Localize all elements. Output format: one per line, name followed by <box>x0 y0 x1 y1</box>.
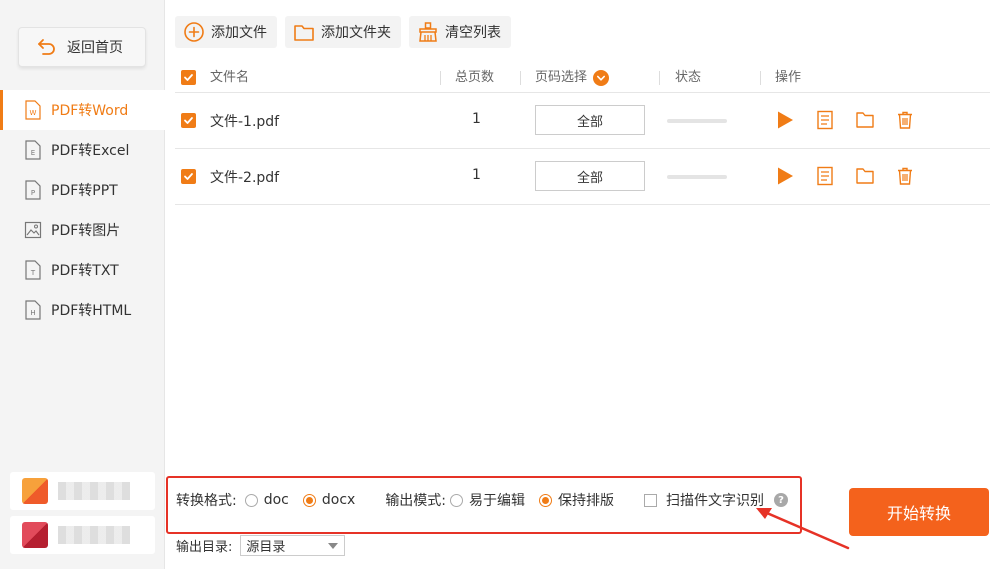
ocr-checkbox[interactable] <box>644 493 658 507</box>
ppt-file-icon: P <box>25 180 41 200</box>
row-checkbox[interactable] <box>181 169 196 184</box>
html-file-letter: H <box>30 309 35 317</box>
nav-item-pdf-to-ppt[interactable]: P PDF转PPT <box>0 170 165 210</box>
back-home-label: 返回首页 <box>67 40 123 56</box>
nav-label-pdf-to-html: PDF转HTML <box>51 303 132 319</box>
format-label: 转换格式: <box>176 493 237 509</box>
annotation-arrow-icon <box>756 508 850 550</box>
word-file-icon: W <box>25 100 41 120</box>
clear-list-label: 清空列表 <box>445 25 501 41</box>
status-progress-bar <box>667 175 727 179</box>
mode-label: 输出模式: <box>385 493 447 509</box>
table-row: 文件-1.pdf 1 全部 <box>175 93 990 149</box>
promo-blurred-text <box>58 526 130 544</box>
folder-open-icon[interactable] <box>855 166 875 186</box>
txt-file-icon: T <box>25 260 41 280</box>
nav-item-pdf-to-word[interactable]: W PDF转Word <box>0 90 165 130</box>
row-file-name: 文件-1.pdf <box>210 114 280 130</box>
add-file-label: 添加文件 <box>211 25 267 41</box>
clear-list-button[interactable]: 清空列表 <box>409 16 511 48</box>
page-select-field[interactable]: 全部 <box>535 161 645 191</box>
format-docx-label: docx <box>321 492 356 508</box>
header-file-name: 文件名 <box>210 70 250 85</box>
row-total-pages: 1 <box>472 167 481 183</box>
format-doc-radio[interactable] <box>244 493 258 507</box>
header-page-select[interactable]: 页码选择 <box>535 63 610 93</box>
nav-item-pdf-to-txt[interactable]: T PDF转TXT <box>0 250 165 290</box>
add-folder-button[interactable]: 添加文件夹 <box>285 16 401 48</box>
mode-keep-layout-radio[interactable] <box>539 493 553 507</box>
excel-file-letter: E <box>31 149 35 157</box>
back-arrow-icon <box>38 39 55 55</box>
toolbar: 添加文件 添加文件夹 清空列表 <box>175 16 511 48</box>
folder-icon <box>294 25 314 41</box>
format-doc-label: doc <box>263 492 289 508</box>
nav-label-pdf-to-word: PDF转Word <box>51 103 129 119</box>
options-row: 转换格式: doc docx 输出模式: 易于编辑 保持排版 扫描件文字识别 ? <box>176 491 789 509</box>
nav-item-pdf-to-excel[interactable]: E PDF转Excel <box>0 130 165 170</box>
output-dir-label: 输出目录: <box>176 539 233 555</box>
nav-item-pdf-to-html[interactable]: H PDF转HTML <box>0 290 165 330</box>
header-actions: 操作 <box>775 70 802 85</box>
document-icon[interactable] <box>815 166 835 186</box>
txt-file-letter: T <box>30 269 36 277</box>
ppt-file-letter: P <box>31 189 35 197</box>
output-dir-select[interactable]: 源目录 <box>240 534 346 556</box>
word-file-letter: W <box>30 109 37 117</box>
mode-keep-layout-label: 保持排版 <box>558 493 615 509</box>
nav-list: W PDF转Word E PDF转Excel P PDF转PPT PDF转图片 … <box>0 90 165 330</box>
header-separator <box>440 71 441 85</box>
select-all-checkbox[interactable] <box>181 70 196 85</box>
promo-blurred-text <box>58 482 130 500</box>
chevron-down-circle-icon <box>593 70 610 86</box>
nav-label-pdf-to-excel: PDF转Excel <box>51 143 130 159</box>
status-progress-bar <box>667 119 727 123</box>
start-convert-button[interactable]: 开始转换 <box>849 488 989 536</box>
trash-icon[interactable] <box>895 166 915 186</box>
promo-item-2[interactable] <box>10 516 155 554</box>
row-total-pages: 1 <box>472 111 481 127</box>
header-separator <box>520 71 521 85</box>
table-header: 文件名 总页数 页码选择 状态 操作 <box>175 63 990 93</box>
trash-icon[interactable] <box>895 110 915 130</box>
nav-item-pdf-to-image[interactable]: PDF转图片 <box>0 210 165 250</box>
nav-label-pdf-to-txt: PDF转TXT <box>51 263 119 279</box>
header-page-select-label: 页码选择 <box>535 70 588 85</box>
folder-open-icon[interactable] <box>855 110 875 130</box>
promo-logo-icon <box>22 478 48 504</box>
broom-icon <box>419 22 437 42</box>
row-file-name: 文件-2.pdf <box>210 170 280 186</box>
check-icon <box>184 173 193 180</box>
promo-logo-icon <box>22 522 48 548</box>
page-select-field[interactable]: 全部 <box>535 105 645 135</box>
promo-item-1[interactable] <box>10 472 155 510</box>
html-file-icon: H <box>25 300 41 320</box>
header-separator <box>659 71 660 85</box>
play-icon[interactable] <box>775 110 795 130</box>
output-dir-value: 源目录 <box>246 539 286 555</box>
table-row: 文件-2.pdf 1 全部 <box>175 149 990 205</box>
add-file-button[interactable]: 添加文件 <box>175 16 277 48</box>
nav-label-pdf-to-image: PDF转图片 <box>51 223 121 239</box>
play-icon[interactable] <box>775 166 795 186</box>
header-status: 状态 <box>675 70 702 85</box>
output-dir-row: 输出目录: 源目录 <box>176 534 346 556</box>
header-separator <box>760 71 761 85</box>
back-home-button[interactable]: 返回首页 <box>18 27 146 67</box>
document-icon[interactable] <box>815 110 835 130</box>
chevron-down-icon <box>328 542 339 549</box>
row-checkbox[interactable] <box>181 113 196 128</box>
check-icon <box>184 74 193 81</box>
plus-circle-icon <box>184 22 204 42</box>
add-folder-label: 添加文件夹 <box>321 25 391 41</box>
excel-file-icon: E <box>25 140 41 160</box>
nav-label-pdf-to-ppt: PDF转PPT <box>51 183 118 199</box>
check-icon <box>184 117 193 124</box>
format-docx-radio[interactable] <box>302 493 316 507</box>
mode-easy-edit-radio[interactable] <box>450 493 464 507</box>
header-total-pages: 总页数 <box>455 70 495 85</box>
sidebar: 返回首页 W PDF转Word E PDF转Excel P PDF转PPT PD… <box>0 0 165 569</box>
mode-easy-edit-label: 易于编辑 <box>469 493 526 509</box>
image-file-icon <box>24 221 42 239</box>
